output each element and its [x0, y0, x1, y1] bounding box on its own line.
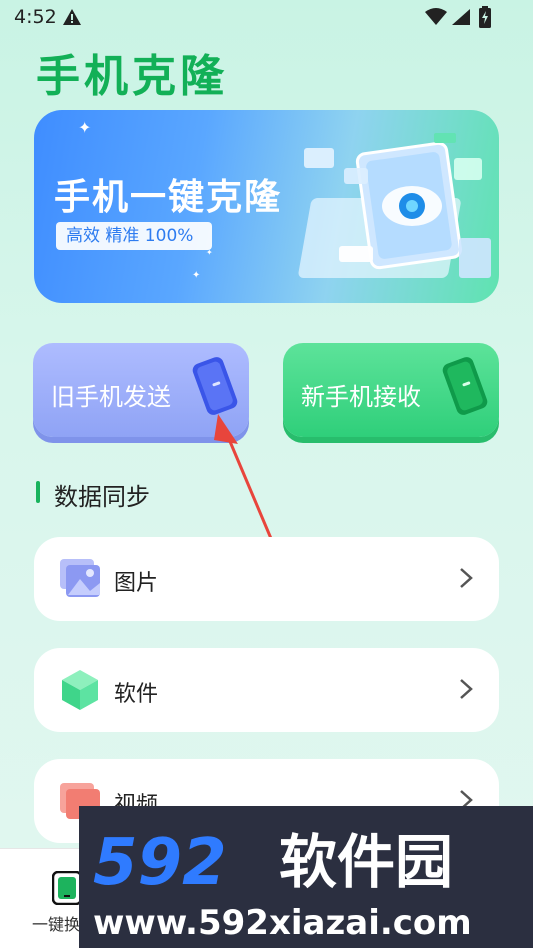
battery-charging-icon — [479, 6, 491, 28]
clone-illustration-icon — [298, 133, 491, 278]
watermark-logo: 592 软件园 www.592xiazai.com — [79, 806, 533, 948]
sync-item-apps[interactable]: 软件 — [34, 648, 499, 732]
chevron-right-icon — [460, 679, 473, 699]
phone-switch-icon — [52, 871, 82, 905]
page-title: 手机克隆 — [36, 51, 228, 102]
signal-icon — [452, 9, 470, 25]
warning-icon — [63, 9, 81, 25]
nav-item-label: 一键换 — [32, 915, 81, 934]
send-label: 旧手机发送 — [51, 383, 171, 411]
sync-item-images[interactable]: 图片 — [34, 537, 499, 621]
sparkle-icon: ✦ — [78, 118, 92, 137]
svg-text:www.592xiazai.com: www.592xiazai.com — [93, 903, 472, 943]
sparkle-icon: ✦ — [192, 270, 201, 281]
receive-label: 新手机接收 — [301, 383, 421, 411]
list-item-label: 图片 — [114, 571, 159, 596]
hero-banner[interactable]: ✦ ✦ ✦ 手机一键克隆 高效 精准 100% — [34, 110, 499, 303]
status-bar: 4:52 — [0, 0, 533, 36]
status-time: 4:52 — [14, 6, 57, 28]
new-phone-receive-button[interactable]: 新手机接收 — [283, 343, 499, 437]
chevron-right-icon — [460, 568, 473, 588]
list-item-label: 软件 — [114, 682, 159, 707]
section-accent-bar — [36, 481, 40, 503]
svg-text:软件园: 软件园 — [279, 828, 453, 896]
svg-text:592: 592 — [93, 826, 227, 900]
phone-icon — [442, 357, 488, 415]
image-icon — [60, 559, 100, 597]
section-title: 数据同步 — [54, 483, 150, 511]
banner-subtitle: 高效 精准 100% — [56, 222, 212, 250]
app-cube-icon — [62, 670, 98, 710]
banner-title: 手机一键克隆 — [54, 177, 283, 218]
wifi-icon — [425, 8, 447, 25]
